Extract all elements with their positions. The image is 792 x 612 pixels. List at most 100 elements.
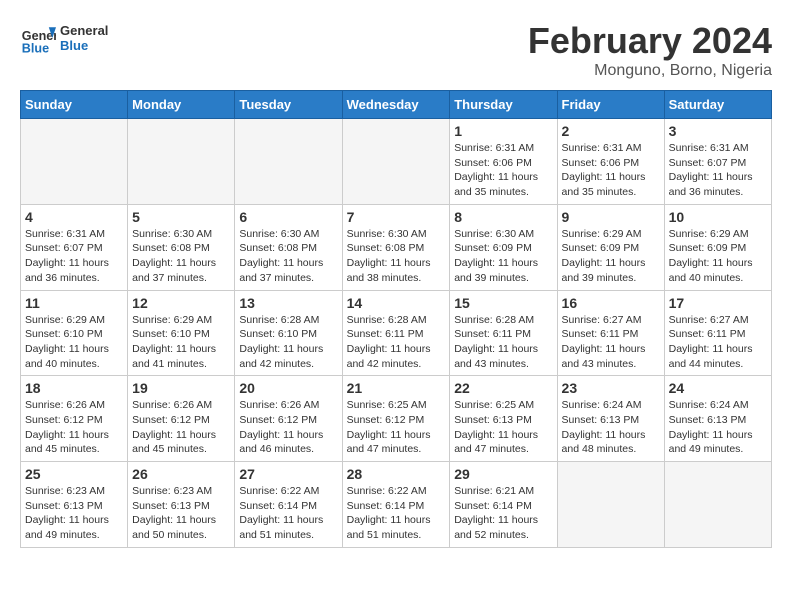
day-info: Sunrise: 6:23 AMSunset: 6:13 PMDaylight:… [25,484,123,543]
day-info: Sunrise: 6:28 AMSunset: 6:11 PMDaylight:… [454,313,552,372]
day-number: 4 [25,209,123,225]
day-number: 8 [454,209,552,225]
day-info: Sunrise: 6:24 AMSunset: 6:13 PMDaylight:… [669,398,767,457]
calendar-cell: 10Sunrise: 6:29 AMSunset: 6:09 PMDayligh… [664,204,771,290]
calendar-cell: 17 Sunrise: 6:27 AMSunset: 6:11 PMDayligh… [664,290,771,376]
calendar-cell: 15 Sunrise: 6:28 AMSunset: 6:11 PMDayligh… [450,290,557,376]
day-info: Sunrise: 6:31 AMSunset: 6:06 PMDaylight:… [454,141,552,200]
calendar-table: SundayMondayTuesdayWednesdayThursdayFrid… [20,90,772,548]
day-info: Sunrise: 6:28 AMSunset: 6:10 PMDaylight:… [239,313,337,372]
day-info: Sunrise: 6:26 AMSunset: 6:12 PMDaylight:… [132,398,230,457]
day-number: 26 [132,466,230,482]
day-number: 20 [239,380,337,396]
day-number: 13 [239,295,337,311]
weekday-header: Thursday [450,91,557,119]
calendar-cell: 27Sunrise: 6:22 AMSunset: 6:14 PMDayligh… [235,462,342,548]
calendar-cell: 6 Sunrise: 6:30 AMSunset: 6:08 PMDaylight… [235,204,342,290]
calendar-week-row: 4 Sunrise: 6:31 AMSunset: 6:07 PMDaylight… [21,204,772,290]
day-number: 15 [454,295,552,311]
day-info: Sunrise: 6:31 AMSunset: 6:06 PMDaylight:… [562,141,660,200]
day-info: Sunrise: 6:30 AMSunset: 6:08 PMDaylight:… [239,227,337,286]
calendar-cell: 22 Sunrise: 6:25 AMSunset: 6:13 PMDayligh… [450,376,557,462]
day-number: 17 [669,295,767,311]
day-number: 12 [132,295,230,311]
title-block: February 2024 Monguno, Borno, Nigeria [528,20,772,80]
day-number: 11 [25,295,123,311]
calendar-cell: 4 Sunrise: 6:31 AMSunset: 6:07 PMDaylight… [21,204,128,290]
weekday-header: Saturday [664,91,771,119]
day-info: Sunrise: 6:29 AMSunset: 6:09 PMDaylight:… [669,227,767,286]
calendar-cell: 23Sunrise: 6:24 AMSunset: 6:13 PMDayligh… [557,376,664,462]
day-info: Sunrise: 6:21 AMSunset: 6:14 PMDaylight:… [454,484,552,543]
calendar-cell: 1 Sunrise: 6:31 AMSunset: 6:06 PMDaylight… [450,119,557,205]
page-header: General Blue General Blue February 2024 … [20,20,772,80]
calendar-cell [128,119,235,205]
calendar-cell: 5Sunrise: 6:30 AMSunset: 6:08 PMDaylight… [128,204,235,290]
day-info: Sunrise: 6:30 AMSunset: 6:08 PMDaylight:… [132,227,230,286]
calendar-cell [664,462,771,548]
calendar-cell [342,119,450,205]
day-number: 25 [25,466,123,482]
logo-general: General [60,23,108,38]
day-info: Sunrise: 6:31 AMSunset: 6:07 PMDaylight:… [669,141,767,200]
calendar-cell: 26 Sunrise: 6:23 AMSunset: 6:13 PMDayligh… [128,462,235,548]
weekday-header: Monday [128,91,235,119]
day-info: Sunrise: 6:31 AMSunset: 6:07 PMDaylight:… [25,227,123,286]
calendar-cell: 14 Sunrise: 6:28 AMSunset: 6:11 PMDayligh… [342,290,450,376]
day-number: 27 [239,466,337,482]
logo-blue: Blue [60,38,108,53]
main-title: February 2024 [528,20,772,62]
day-number: 7 [347,209,446,225]
weekday-header: Sunday [21,91,128,119]
calendar-cell: 18Sunrise: 6:26 AMSunset: 6:12 PMDayligh… [21,376,128,462]
calendar-week-row: 25 Sunrise: 6:23 AMSunset: 6:13 PMDayligh… [21,462,772,548]
day-number: 28 [347,466,446,482]
calendar-week-row: 18Sunrise: 6:26 AMSunset: 6:12 PMDayligh… [21,376,772,462]
calendar-cell: 9 Sunrise: 6:29 AMSunset: 6:09 PMDaylight… [557,204,664,290]
day-info: Sunrise: 6:27 AMSunset: 6:11 PMDaylight:… [562,313,660,372]
calendar-cell: 29 Sunrise: 6:21 AMSunset: 6:14 PMDayligh… [450,462,557,548]
day-info: Sunrise: 6:29 AMSunset: 6:10 PMDaylight:… [132,313,230,372]
day-info: Sunrise: 6:22 AMSunset: 6:14 PMDaylight:… [347,484,446,543]
day-info: Sunrise: 6:26 AMSunset: 6:12 PMDaylight:… [239,398,337,457]
subtitle: Monguno, Borno, Nigeria [528,62,772,80]
day-info: Sunrise: 6:30 AMSunset: 6:08 PMDaylight:… [347,227,446,286]
day-info: Sunrise: 6:30 AMSunset: 6:09 PMDaylight:… [454,227,552,286]
day-number: 21 [347,380,446,396]
day-number: 1 [454,123,552,139]
day-info: Sunrise: 6:29 AMSunset: 6:10 PMDaylight:… [25,313,123,372]
calendar-cell: 21 Sunrise: 6:25 AMSunset: 6:12 PMDayligh… [342,376,450,462]
day-info: Sunrise: 6:28 AMSunset: 6:11 PMDaylight:… [347,313,446,372]
day-info: Sunrise: 6:27 AMSunset: 6:11 PMDaylight:… [669,313,767,372]
logo-icon: General Blue [20,20,56,56]
weekday-header: Wednesday [342,91,450,119]
day-info: Sunrise: 6:25 AMSunset: 6:12 PMDaylight:… [347,398,446,457]
calendar-cell [21,119,128,205]
weekday-header: Tuesday [235,91,342,119]
day-number: 6 [239,209,337,225]
day-info: Sunrise: 6:26 AMSunset: 6:12 PMDaylight:… [25,398,123,457]
day-number: 2 [562,123,660,139]
calendar-cell: 7 Sunrise: 6:30 AMSunset: 6:08 PMDaylight… [342,204,450,290]
day-number: 29 [454,466,552,482]
calendar-cell: 20 Sunrise: 6:26 AMSunset: 6:12 PMDayligh… [235,376,342,462]
calendar-cell: 25 Sunrise: 6:23 AMSunset: 6:13 PMDayligh… [21,462,128,548]
calendar-week-row: 11 Sunrise: 6:29 AMSunset: 6:10 PMDayligh… [21,290,772,376]
calendar-cell: 11 Sunrise: 6:29 AMSunset: 6:10 PMDayligh… [21,290,128,376]
svg-text:Blue: Blue [22,41,49,55]
day-number: 14 [347,295,446,311]
day-number: 24 [669,380,767,396]
day-info: Sunrise: 6:29 AMSunset: 6:09 PMDaylight:… [562,227,660,286]
calendar-cell: 2 Sunrise: 6:31 AMSunset: 6:06 PMDaylight… [557,119,664,205]
day-number: 3 [669,123,767,139]
calendar-cell [235,119,342,205]
calendar-cell: 12 Sunrise: 6:29 AMSunset: 6:10 PMDayligh… [128,290,235,376]
day-number: 22 [454,380,552,396]
day-info: Sunrise: 6:23 AMSunset: 6:13 PMDaylight:… [132,484,230,543]
logo: General Blue General Blue [20,20,108,56]
calendar-cell: 8 Sunrise: 6:30 AMSunset: 6:09 PMDaylight… [450,204,557,290]
calendar-cell: 24 Sunrise: 6:24 AMSunset: 6:13 PMDayligh… [664,376,771,462]
calendar-cell: 13 Sunrise: 6:28 AMSunset: 6:10 PMDayligh… [235,290,342,376]
day-info: Sunrise: 6:25 AMSunset: 6:13 PMDaylight:… [454,398,552,457]
day-number: 9 [562,209,660,225]
